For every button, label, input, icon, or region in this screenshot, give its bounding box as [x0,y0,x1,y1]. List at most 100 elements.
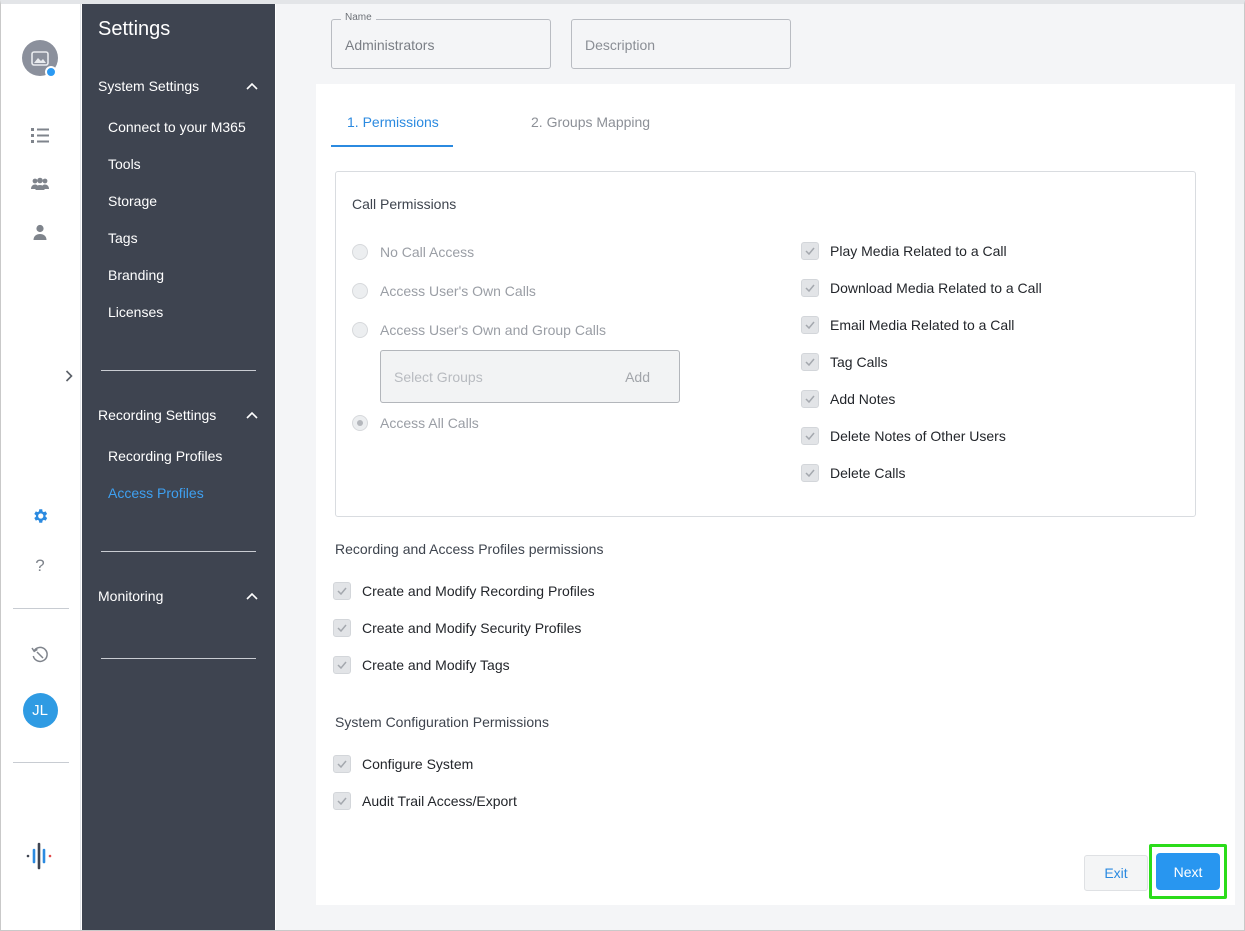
checkbox-label: Play Media Related to a Call [830,243,1007,259]
radio-label: Access All Calls [380,415,479,431]
chevron-right-icon[interactable] [61,366,77,386]
radio-own-and-group-calls[interactable]: Access User's Own and Group Calls [352,322,606,338]
sidebar-item-connect-m365[interactable]: Connect to your M365 [108,119,246,135]
logo-icon [1,841,79,871]
check-icon [805,321,815,329]
checkbox[interactable] [801,279,819,297]
checkbox-email-media[interactable]: Email Media Related to a Call [801,316,1014,334]
tab-groups-mapping[interactable]: 2. Groups Mapping [531,114,650,144]
checkbox-delete-calls[interactable]: Delete Calls [801,464,905,482]
checkbox-download-media[interactable]: Download Media Related to a Call [801,279,1042,297]
checkbox-label: Audit Trail Access/Export [362,793,517,809]
call-permissions-title: Call Permissions [352,196,457,212]
checkbox-configure-system[interactable]: Configure System [333,755,473,773]
checkbox-recording-profiles[interactable]: Create and Modify Recording Profiles [333,582,595,600]
radio-all-calls[interactable]: Access All Calls [352,415,479,431]
avatar-initials: JL [22,692,58,728]
radio-label: Access User's Own and Group Calls [380,322,606,338]
settings-sidebar: Settings System Settings Connect to your… [82,4,275,930]
checkbox-delete-notes[interactable]: Delete Notes of Other Users [801,427,1006,445]
section-monitoring[interactable]: Monitoring [98,588,258,604]
name-field[interactable]: Name Administrators [331,12,551,69]
sidebar-divider [101,370,256,371]
check-icon [337,624,347,632]
checkbox-label: Delete Calls [830,465,906,481]
sidebar-item-licenses[interactable]: Licenses [108,304,163,320]
add-group-button[interactable]: Add [625,369,650,385]
checkbox-label: Email Media Related to a Call [830,317,1015,333]
exit-button[interactable]: Exit [1084,855,1148,891]
checkbox-label: Create and Modify Recording Profiles [362,583,595,599]
sidebar-item-branding[interactable]: Branding [108,267,164,283]
main-content: Name Administrators Description 1. Permi… [276,4,1244,930]
check-icon [337,587,347,595]
check-icon [805,247,815,255]
checkbox-label: Add Notes [830,391,896,407]
users-icon[interactable] [1,174,79,194]
checkbox[interactable] [801,464,819,482]
checkbox-modify-tags[interactable]: Create and Modify Tags [333,656,510,674]
permissions-card: 1. Permissions 2. Groups Mapping Call Pe… [316,84,1235,905]
section-recording-settings[interactable]: Recording Settings [98,407,258,423]
help-icon[interactable]: ? [1,555,79,577]
checkbox-security-profiles[interactable]: Create and Modify Security Profiles [333,619,581,637]
checkbox[interactable] [801,427,819,445]
sidebar-item-access-profiles[interactable]: Access Profiles [108,485,204,501]
sidebar-item-tools[interactable]: Tools [108,156,141,172]
checkbox-audit-trail[interactable]: Audit Trail Access/Export [333,792,517,810]
name-field-label: Name [341,12,376,23]
sidebar-divider [101,658,256,659]
radio-button[interactable] [352,244,368,260]
check-icon [337,760,347,768]
checkbox-label: Tag Calls [830,354,888,370]
sidebar-item-recording-profiles[interactable]: Recording Profiles [108,448,222,464]
active-tab-indicator [331,145,453,147]
list-icon[interactable] [1,125,79,145]
check-icon [805,395,815,403]
checkbox-label: Configure System [362,756,474,772]
icon-rail: ? JL [1,4,81,930]
checkbox-label: Create and Modify Tags [362,657,510,673]
radio-button-selected[interactable] [352,415,368,431]
check-icon [805,469,815,477]
image-avatar-icon[interactable] [1,38,79,78]
checkbox[interactable] [333,792,351,810]
check-icon [805,358,815,366]
checkbox[interactable] [801,316,819,334]
check-icon [337,661,347,669]
sidebar-item-tags[interactable]: Tags [108,230,138,246]
checkbox[interactable] [333,619,351,637]
checkbox[interactable] [801,353,819,371]
checkbox[interactable] [333,582,351,600]
check-icon [337,797,347,805]
tab-permissions[interactable]: 1. Permissions [347,114,439,144]
section-label: System Settings [98,78,200,94]
checkbox-add-notes[interactable]: Add Notes [801,390,895,408]
radio-no-call-access[interactable]: No Call Access [352,244,474,260]
select-groups-field[interactable]: Select Groups Add [380,350,680,403]
next-button[interactable]: Next [1156,853,1220,890]
section-system-settings[interactable]: System Settings [98,78,258,94]
user-icon[interactable] [1,222,79,242]
radio-button[interactable] [352,283,368,299]
name-field-value: Administrators [345,37,435,53]
radio-own-calls[interactable]: Access User's Own Calls [352,283,536,299]
checkbox-label: Download Media Related to a Call [830,280,1042,296]
radio-button[interactable] [352,322,368,338]
description-field[interactable]: Description [571,19,791,69]
check-icon [805,432,815,440]
checkbox-play-media[interactable]: Play Media Related to a Call [801,242,1007,260]
checkbox[interactable] [801,242,819,260]
gear-icon[interactable] [1,506,79,526]
rail-divider [13,762,69,763]
checkbox-tag-calls[interactable]: Tag Calls [801,353,888,371]
checkbox[interactable] [333,755,351,773]
sidebar-title: Settings [98,18,171,40]
sidebar-item-storage[interactable]: Storage [108,193,157,209]
avatar[interactable]: JL [1,692,79,728]
check-icon [805,284,815,292]
checkbox[interactable] [333,656,351,674]
checkbox[interactable] [801,390,819,408]
rail-divider [13,608,69,609]
history-icon[interactable] [1,645,79,665]
